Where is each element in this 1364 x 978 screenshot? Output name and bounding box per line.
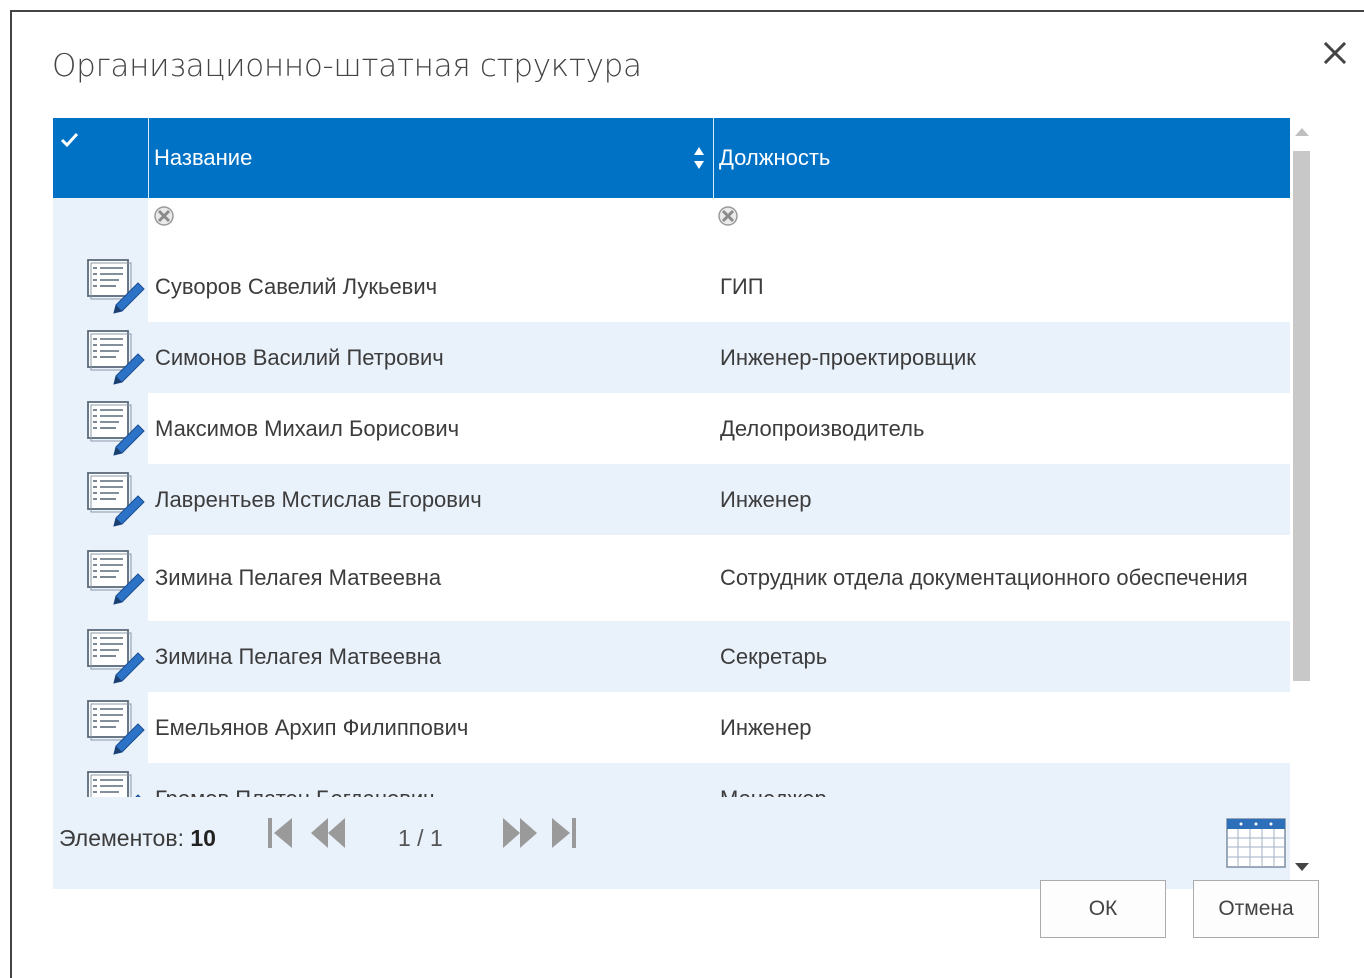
next-page-icon[interactable]: [500, 815, 540, 851]
edit-document-icon[interactable]: [86, 399, 146, 457]
row-body: Лаврентьев Мстислав Егорович Инженер: [148, 464, 1295, 535]
cell-position: Секретарь: [720, 643, 828, 669]
previous-page-icon[interactable]: [308, 815, 348, 851]
grid-rows: Суворов Савелий Лукьевич ГИП Симонов Васил…: [53, 251, 1295, 797]
cell-position: Инженер: [720, 714, 812, 740]
edit-document-icon[interactable]: [86, 627, 146, 685]
column-header-name-label: Название: [154, 145, 253, 170]
cell-name: Зимина Пелагея Матвеевна: [155, 565, 442, 590]
calendar-icon[interactable]: [1226, 817, 1286, 869]
row-body: Суворов Савелий Лукьевич ГИП: [148, 251, 1295, 322]
checkmark-icon: [60, 132, 79, 148]
cell-position: ГИП: [720, 273, 764, 299]
row-icon-cell: [53, 393, 148, 464]
table-row[interactable]: Зимина Пелагея Матвеевна Сотрудник отдела…: [53, 535, 1295, 621]
cell-name: Максимов Михаил Борисович: [155, 415, 460, 441]
column-header-name[interactable]: Название: [148, 118, 713, 198]
cell-position: Инженер: [720, 486, 812, 512]
vertical-scrollbar[interactable]: [1290, 117, 1314, 887]
row-icon-cell: [53, 464, 148, 535]
sort-updown-icon[interactable]: [693, 145, 705, 171]
row-body: Симонов Василий Петрович Инженер-проектир…: [148, 322, 1295, 393]
row-icon-cell: [53, 322, 148, 393]
row-icon-cell: [53, 535, 148, 621]
dialog-title: Организационно-штатная структура: [52, 48, 642, 84]
table-row[interactable]: Громов Платон Богданович Менеджер: [53, 763, 1295, 797]
clear-filter-icon[interactable]: [716, 204, 740, 228]
table-row[interactable]: Лаврентьев Мстислав Егорович Инженер: [53, 464, 1295, 535]
cell-name: Суворов Савелий Лукьевич: [155, 273, 438, 299]
cancel-button[interactable]: Отмена: [1193, 880, 1319, 938]
table-row[interactable]: Емельянов Архип Филиппович Инженер: [53, 692, 1295, 763]
ok-button[interactable]: ОК: [1040, 880, 1166, 938]
table-row[interactable]: Симонов Василий Петрович Инженер-проектир…: [53, 322, 1295, 393]
first-page-icon[interactable]: [266, 815, 296, 851]
dialog: Организационно-штатная структура Названи…: [10, 10, 1364, 978]
cell-name: Лаврентьев Мстислав Егорович: [155, 486, 482, 512]
grid-header: Название Должность: [53, 118, 1295, 198]
last-page-icon[interactable]: [548, 815, 578, 851]
row-body: Емельянов Архип Филиппович Инженер: [148, 692, 1295, 763]
edit-document-icon[interactable]: [86, 769, 146, 797]
column-header-position[interactable]: Должность: [713, 118, 1295, 198]
scroll-up-icon[interactable]: [1294, 127, 1310, 137]
cell-position: Сотрудник отдела документационного обесп…: [720, 565, 1248, 590]
edit-document-icon[interactable]: [86, 328, 146, 386]
cell-name: Емельянов Архип Филиппович: [155, 714, 469, 740]
edit-document-icon[interactable]: [86, 470, 146, 528]
row-icon-cell: [53, 251, 148, 322]
cell-name: Громов Платон Богданович: [155, 763, 705, 798]
edit-document-icon[interactable]: [86, 698, 146, 756]
page-indicator: 1 / 1: [398, 825, 443, 851]
grid-footer: Элементов: 10 1 / 1: [53, 797, 1295, 889]
close-icon: [1324, 42, 1346, 64]
row-body: Зимина Пелагея Матвеевна Секретарь: [148, 621, 1295, 692]
table-row[interactable]: Зимина Пелагея Матвеевна Секретарь: [53, 621, 1295, 692]
item-count: Элементов: 10: [59, 825, 216, 852]
column-header-position-label: Должность: [719, 145, 831, 170]
scroll-down-icon[interactable]: [1294, 862, 1310, 872]
cell-position: Инженер-проектировщик: [720, 344, 976, 370]
edit-document-icon[interactable]: [86, 257, 146, 315]
select-all-checkbox[interactable]: [53, 118, 148, 198]
cell-name: Симонов Василий Петрович: [155, 344, 444, 370]
row-body: Максимов Михаил Борисович Делопроизводите…: [148, 393, 1295, 464]
item-count-value: 10: [190, 825, 216, 851]
row-icon-cell: [53, 621, 148, 692]
clear-filter-icon[interactable]: [152, 204, 176, 228]
cell-position: Делопроизводитель: [720, 415, 925, 441]
row-body: Громов Платон Богданович Менеджер: [148, 763, 1295, 797]
row-body: Зимина Пелагея Матвеевна Сотрудник отдела…: [148, 535, 1295, 621]
row-icon-cell: [53, 763, 148, 797]
scroll-thumb[interactable]: [1293, 151, 1310, 681]
cell-name: Зимина Пелагея Матвеевна: [155, 643, 442, 669]
edit-document-icon[interactable]: [86, 548, 146, 606]
data-grid: Название Должность Суворов Савелий Лукье…: [53, 118, 1295, 889]
cell-position: Менеджер: [720, 763, 1280, 798]
table-row[interactable]: Максимов Михаил Борисович Делопроизводите…: [53, 393, 1295, 464]
row-icon-cell: [53, 692, 148, 763]
table-row[interactable]: Суворов Савелий Лукьевич ГИП: [53, 251, 1295, 322]
filter-row: [148, 198, 1295, 251]
item-count-label: Элементов:: [59, 825, 184, 851]
close-button[interactable]: [1318, 36, 1352, 70]
